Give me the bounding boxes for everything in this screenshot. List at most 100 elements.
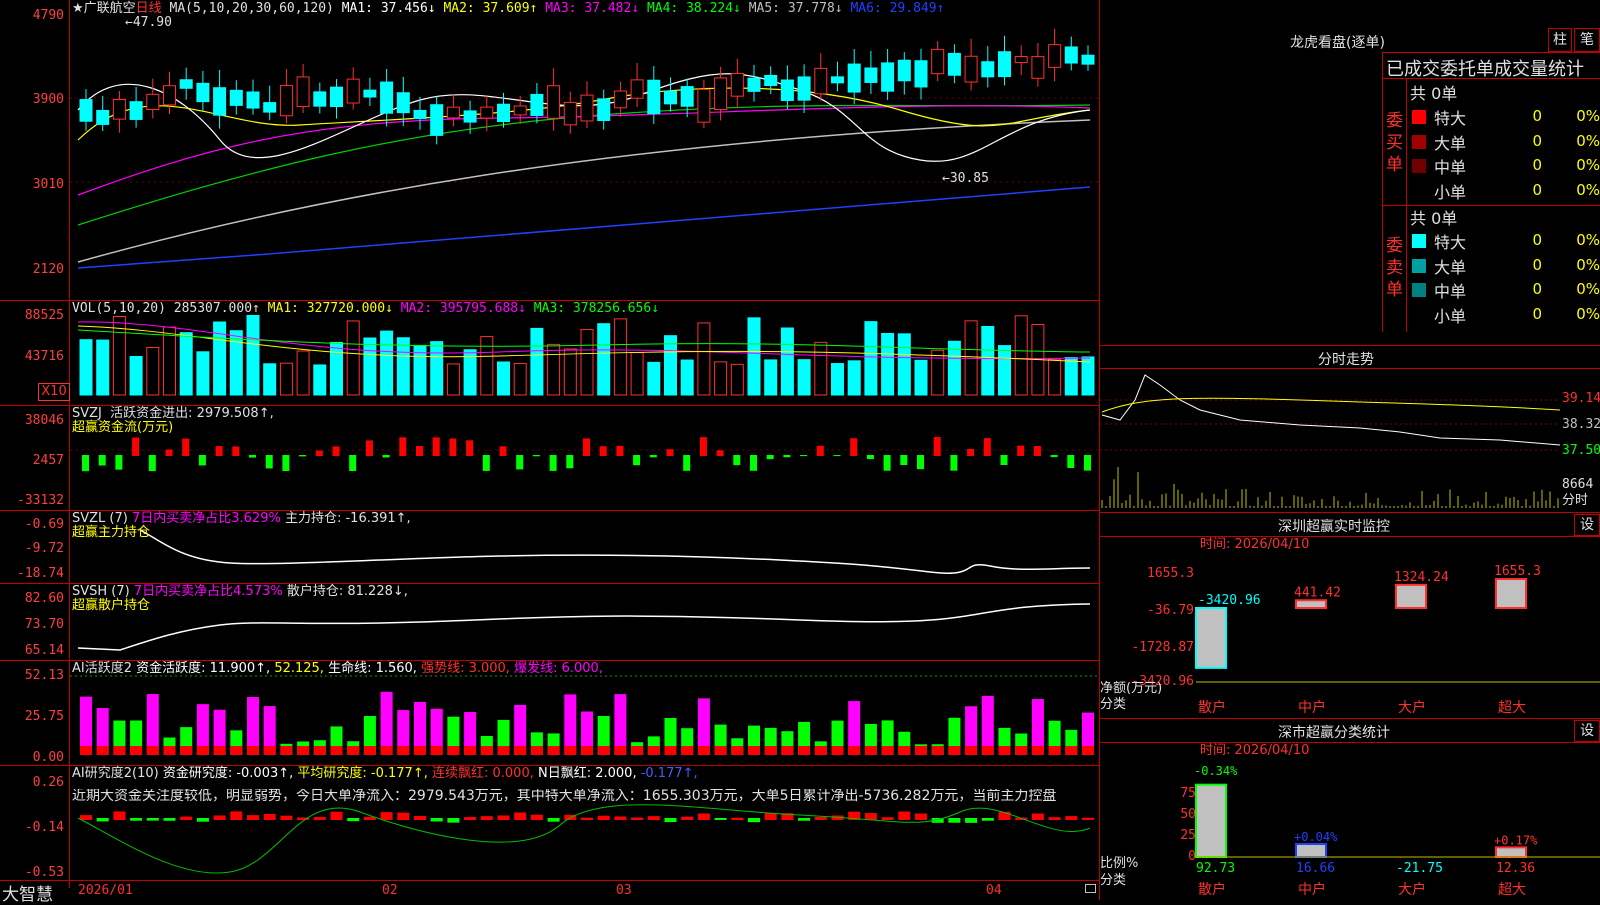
research-bar: [263, 814, 276, 820]
volume-bar: [897, 333, 911, 396]
activity-bar: [614, 694, 627, 755]
activity-base-bar: [1015, 746, 1028, 755]
activity-base-bar: [915, 746, 927, 755]
candle: [764, 74, 778, 87]
research-bar: [547, 818, 560, 822]
volume-bar: [229, 330, 243, 396]
ai1-item-0: 资金活跃度: 11.900↑,: [136, 661, 275, 676]
kline-chart-svg[interactable]: [0, 0, 1100, 900]
fund-flow-bar: [466, 440, 474, 456]
fund-flow-bar: [833, 455, 841, 457]
ma4-line: [77, 104, 1091, 226]
volume-bar: [914, 359, 928, 396]
fund-flow-bar: [399, 437, 407, 456]
high-price-label: ←47.90: [125, 15, 172, 30]
fund-flow-bar: [866, 455, 874, 460]
candle: [446, 106, 460, 119]
fund-flow-bar: [583, 438, 590, 456]
fund-flow-bar: [499, 446, 507, 456]
monitor-bar: [1195, 607, 1227, 669]
volume-bar: [146, 346, 160, 396]
chart-area[interactable]: 4790 3900 3010 2120 88525 43716 X10 3804…: [0, 0, 1100, 905]
research-bar: [430, 818, 443, 822]
ma-value-0: MA1: 37.456↓: [341, 1, 444, 16]
research-bar: [397, 812, 410, 820]
research-bar: [581, 817, 593, 820]
monitor-bar: [1495, 578, 1527, 609]
activity-base-bar: [263, 746, 276, 755]
activity-base-bar: [297, 746, 310, 755]
activity-base-bar: [614, 746, 627, 755]
volume-bar: [1081, 356, 1095, 396]
candle: [613, 90, 627, 109]
candle: [780, 79, 794, 101]
activity-base-bar: [447, 746, 460, 755]
stock-header: ★广联航空日线 MA(5,10,20,30,60,120) MA1: 37.45…: [72, 2, 944, 16]
candle: [847, 63, 861, 93]
fund-flow-bar: [315, 450, 323, 456]
monitor-bar: [1395, 583, 1427, 610]
activity-base-bar: [965, 746, 978, 755]
candle: [597, 98, 611, 122]
activity-base-bar: [998, 746, 1011, 755]
xaxis-label: 02: [382, 883, 398, 898]
fund-flow-bar: [883, 455, 891, 471]
fund-flow-bar: [349, 455, 357, 472]
fund-flow-bar: [115, 455, 123, 470]
research-bar: [330, 811, 343, 820]
svsh-sub: 超赢散户持仓: [72, 598, 151, 613]
research-bar: [748, 818, 760, 823]
fund-flow-bar: [766, 455, 774, 460]
fund-flow-bar: [1000, 455, 1008, 466]
monitor-category: 大户: [1398, 699, 1426, 716]
activity-base-bar: [1048, 746, 1061, 755]
fund-flow-bar: [1033, 445, 1041, 456]
research-bar: [697, 813, 710, 820]
candle: [263, 102, 277, 113]
volume-bar: [780, 327, 794, 396]
activity-base-bar: [881, 746, 894, 755]
fund-flow-bar: [182, 438, 190, 456]
volume-bar: [680, 359, 694, 396]
ma6-line: [77, 186, 1091, 269]
research-bar: [380, 812, 393, 820]
ma-header: MA(5,10,20,30,60,120): [169, 1, 334, 16]
fund-flow-bar: [1084, 455, 1091, 471]
activity-bar: [380, 691, 393, 755]
ma-value-1: MA2: 37.609↑: [443, 1, 546, 16]
candle: [1064, 46, 1078, 64]
volume-bar: [547, 343, 561, 396]
fund-flow-bar: [967, 449, 975, 456]
activity-base-bar: [1082, 746, 1094, 755]
activity-base-bar: [530, 746, 543, 755]
research-bar: [130, 818, 143, 821]
candle: [413, 109, 427, 120]
candle: [146, 93, 160, 111]
candle: [229, 89, 243, 106]
candle: [1048, 44, 1062, 68]
research-bar: [497, 815, 510, 820]
fund-flow-bar: [783, 455, 791, 458]
ai2-item-3: N日飘红: 2.000,: [537, 766, 641, 781]
activity-base-bar: [781, 746, 794, 755]
research-avg-line: [77, 804, 1091, 874]
stats-bar-value: -21.75: [1396, 861, 1443, 876]
volume-bar: [296, 350, 310, 396]
activity-base-bar: [130, 746, 143, 755]
fund-flow-bar: [416, 445, 423, 456]
lock-icon: [1085, 884, 1096, 893]
fund-flow-bar: [232, 446, 240, 456]
activity-base-bar: [547, 746, 560, 755]
candle: [747, 77, 761, 92]
activity-base-bar: [196, 746, 209, 755]
fund-flow-bar: [733, 455, 741, 466]
fund-flow-bar: [983, 438, 991, 456]
research-bar: [464, 817, 477, 820]
candle: [346, 78, 360, 104]
volume-bar: [664, 335, 677, 396]
stats-bar-top-label: +0.17%: [1494, 833, 1538, 847]
fund-flow-bar: [432, 437, 440, 456]
fund-flow-bar: [265, 455, 273, 469]
volume-bar: [1048, 358, 1062, 396]
research-bar: [647, 816, 660, 820]
